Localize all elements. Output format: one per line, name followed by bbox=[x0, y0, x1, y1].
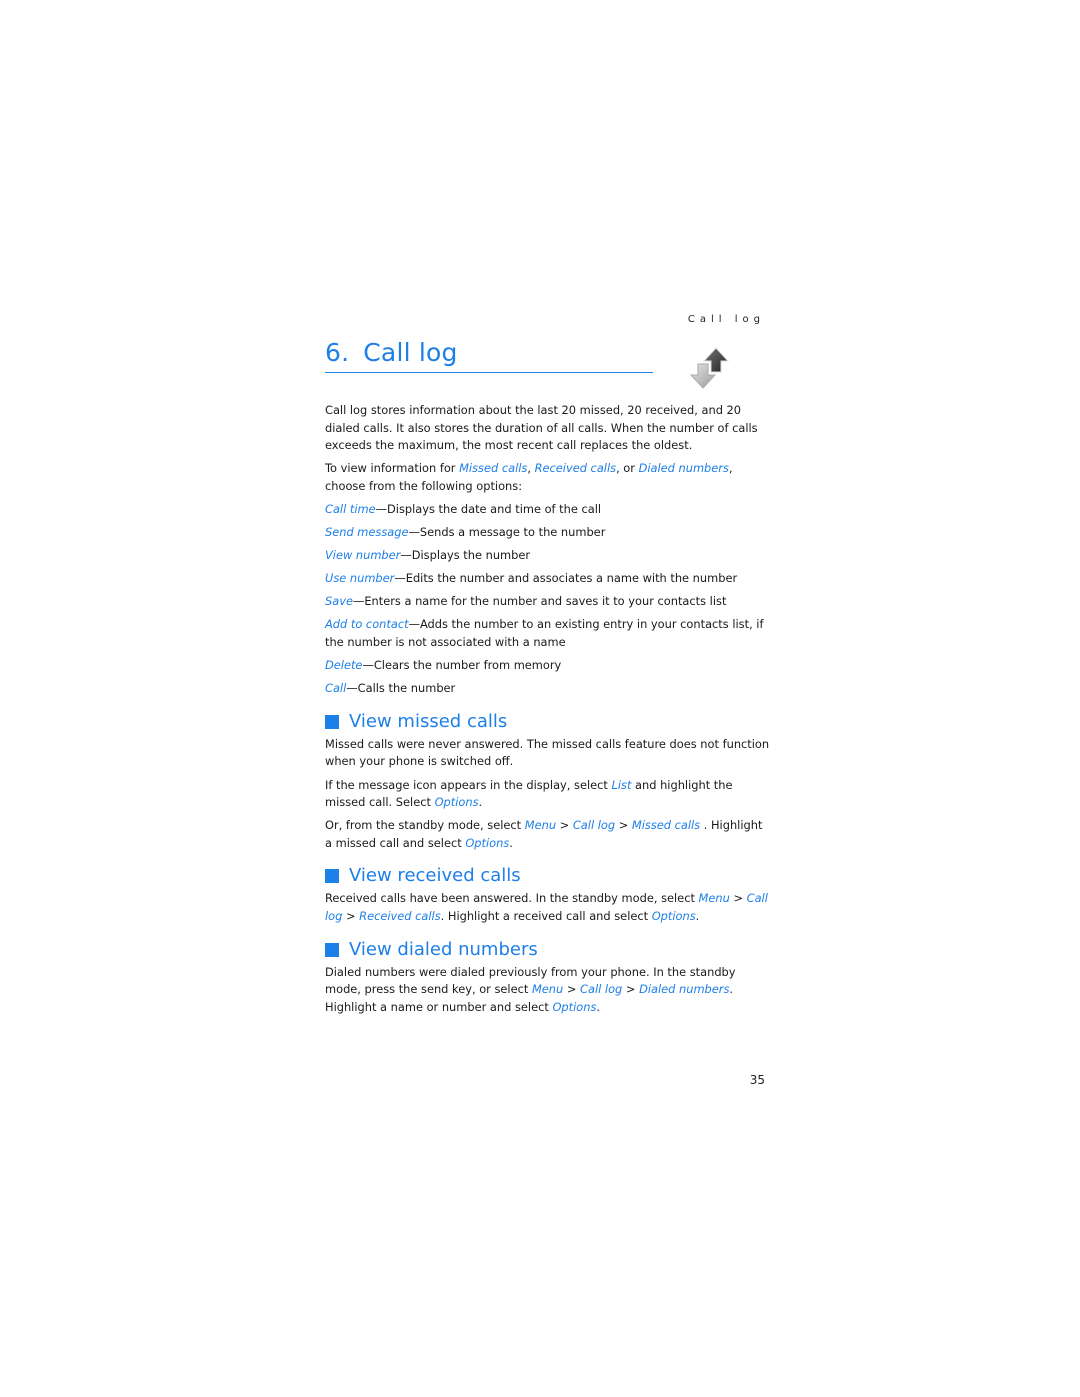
option-item: View number—Displays the number bbox=[325, 547, 770, 565]
option-item: Use number—Edits the number and associat… bbox=[325, 570, 770, 588]
page-number: 35 bbox=[749, 1073, 765, 1087]
text: , bbox=[527, 461, 535, 476]
option-term[interactable]: Add to contact bbox=[325, 617, 409, 631]
text: . bbox=[478, 795, 483, 810]
option-desc: —Edits the number and associates a name … bbox=[394, 571, 738, 586]
text: , or bbox=[616, 461, 639, 476]
section-bullet-icon bbox=[325, 869, 339, 884]
option-item: Call time—Displays the date and time of … bbox=[325, 501, 770, 519]
menu-link[interactable]: Menu bbox=[532, 982, 563, 996]
menu-link[interactable]: Menu bbox=[699, 891, 730, 905]
text: To view information for bbox=[325, 461, 460, 476]
section-bullet-icon bbox=[325, 942, 339, 957]
options-link[interactable]: Options bbox=[552, 1000, 596, 1014]
option-desc: —Displays the date and time of the call bbox=[375, 501, 602, 516]
text: Or, from the standby mode, select bbox=[325, 818, 525, 833]
heading-text: View missed calls bbox=[349, 710, 508, 732]
option-term[interactable]: Call bbox=[325, 681, 346, 695]
heading-text: View dialed numbers bbox=[349, 938, 538, 960]
section-bullet-icon bbox=[325, 714, 339, 729]
option-term[interactable]: Use number bbox=[325, 571, 394, 585]
text: . Highlight a received call and select bbox=[440, 908, 652, 923]
missed-paragraph-1: Missed calls were never answered. The mi… bbox=[325, 736, 770, 769]
text: . bbox=[695, 908, 700, 923]
options-link[interactable]: Options bbox=[465, 836, 509, 850]
option-term[interactable]: Save bbox=[325, 594, 353, 608]
menu-link[interactable]: Menu bbox=[525, 818, 556, 832]
call-log-link[interactable]: Call log bbox=[573, 818, 615, 832]
option-desc: —Calls the number bbox=[346, 681, 456, 696]
option-item: Delete—Clears the number from memory bbox=[325, 657, 770, 675]
chapter-number: 6. bbox=[325, 338, 350, 367]
missed-paragraph-2: If the message icon appears in the displ… bbox=[325, 777, 770, 812]
received-calls-link[interactable]: Received calls bbox=[359, 909, 440, 923]
text: If the message icon appears in the displ… bbox=[325, 777, 612, 792]
call-log-link[interactable]: Call log bbox=[580, 982, 622, 996]
heading-text: View received calls bbox=[349, 865, 521, 887]
option-desc: —Displays the number bbox=[400, 548, 531, 563]
received-paragraph: Received calls have been answered. In th… bbox=[325, 890, 770, 925]
text: > bbox=[342, 908, 360, 923]
missed-calls-link[interactable]: Missed calls bbox=[632, 818, 700, 832]
missed-calls-link[interactable]: Missed calls bbox=[459, 461, 527, 475]
text: > bbox=[563, 982, 581, 997]
option-term[interactable]: View number bbox=[325, 548, 400, 562]
list-link[interactable]: List bbox=[612, 778, 632, 792]
missed-paragraph-3: Or, from the standby mode, select Menu >… bbox=[325, 817, 770, 852]
option-desc: —Enters a name for the number and saves … bbox=[352, 594, 727, 609]
intro-paragraph: Call log stores information about the la… bbox=[325, 403, 758, 453]
option-desc: —Clears the number from memory bbox=[362, 658, 562, 673]
options-list: Call time—Displays the date and time of … bbox=[325, 501, 770, 698]
section-heading-missed: View missed calls bbox=[325, 710, 770, 734]
text: Received calls have been answered. In th… bbox=[325, 891, 699, 906]
text: > bbox=[615, 818, 632, 833]
text: > bbox=[556, 818, 573, 833]
option-item: Add to contact—Adds the number to an exi… bbox=[325, 616, 770, 651]
option-term[interactable]: Send message bbox=[325, 525, 409, 539]
dialed-numbers-link[interactable]: Dialed numbers bbox=[639, 461, 729, 475]
option-term[interactable]: Delete bbox=[325, 658, 362, 672]
received-calls-link[interactable]: Received calls bbox=[535, 461, 616, 475]
text: . bbox=[596, 999, 601, 1014]
content-body: Call log stores information about the la… bbox=[325, 402, 770, 1022]
options-link[interactable]: Options bbox=[435, 795, 479, 809]
intro-options-paragraph: To view information for Missed calls, Re… bbox=[325, 460, 770, 495]
section-heading-received: View received calls bbox=[325, 864, 770, 888]
dialed-numbers-link[interactable]: Dialed numbers bbox=[639, 982, 729, 996]
call-log-arrows-icon bbox=[686, 344, 734, 392]
text: > bbox=[622, 982, 640, 997]
options-link[interactable]: Options bbox=[652, 909, 696, 923]
running-head: Call log bbox=[687, 314, 765, 325]
option-item: Call—Calls the number bbox=[325, 680, 770, 698]
option-item: Save—Enters a name for the number and sa… bbox=[325, 593, 770, 611]
dialed-paragraph: Dialed numbers were dialed previously fr… bbox=[325, 964, 770, 1017]
chapter-title-text: Call log bbox=[363, 338, 458, 367]
text: > bbox=[729, 891, 747, 906]
section-heading-dialed: View dialed numbers bbox=[325, 938, 770, 962]
option-item: Send message—Sends a message to the numb… bbox=[325, 524, 770, 542]
text: . bbox=[509, 835, 513, 850]
option-term[interactable]: Call time bbox=[325, 502, 376, 516]
chapter-title: 6. Call log bbox=[325, 336, 653, 373]
option-desc: —Sends a message to the number bbox=[408, 525, 606, 540]
